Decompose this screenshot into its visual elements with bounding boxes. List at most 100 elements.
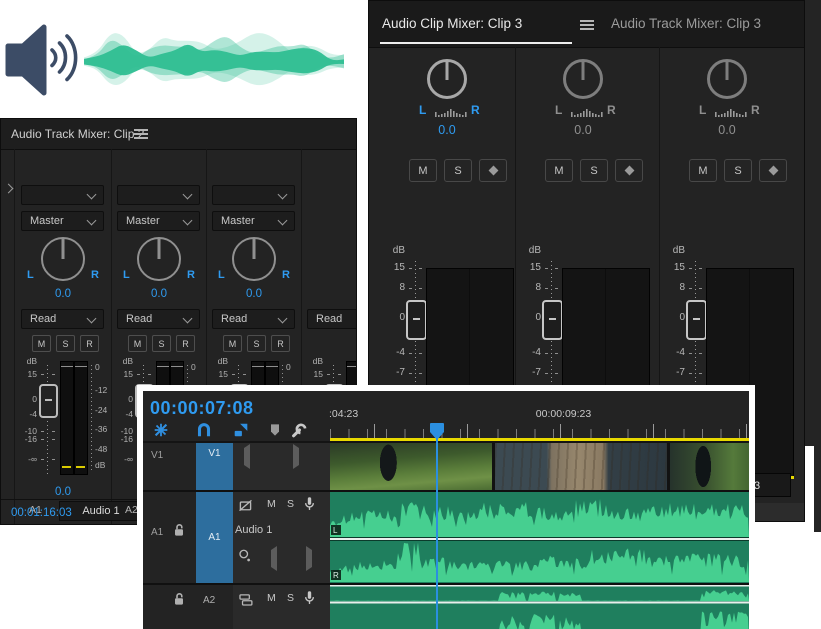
automation-mode-dropdown[interactable]: Read [307, 309, 356, 329]
pan-knob[interactable] [232, 237, 276, 281]
playhead-line[interactable] [436, 437, 438, 629]
track-target-a2-label[interactable]: A2 [203, 595, 215, 606]
solo-button[interactable]: S [580, 159, 608, 182]
fader-handle[interactable] [406, 300, 427, 340]
next-keyframe-button[interactable] [306, 546, 316, 571]
panel-menu-icon[interactable] [134, 129, 148, 139]
audio-illustration [5, 24, 344, 96]
solo-button[interactable]: S [56, 335, 75, 352]
fader-handle[interactable] [686, 300, 707, 340]
playhead-marker[interactable] [429, 422, 445, 441]
dropdown-value: Master [30, 215, 64, 227]
video-clip-thumbnail[interactable] [495, 443, 667, 490]
tab-audio-track-mixer[interactable]: Audio Track Mixer: Clip 3 [611, 16, 761, 31]
fader-handle-mark [693, 318, 700, 320]
playhead-timecode[interactable]: 00:00:07:08 [150, 398, 254, 419]
pan-value[interactable]: 0.0 [659, 123, 795, 137]
pan-knob[interactable] [137, 237, 181, 281]
track-name-label[interactable]: Audio 1 [235, 524, 272, 536]
pan-knob[interactable] [427, 59, 467, 99]
source-track-a1-label[interactable]: A1 [151, 527, 163, 538]
lock-icon[interactable] [171, 522, 187, 543]
mute-button[interactable]: M [409, 159, 437, 182]
write-keyframes-button[interactable] [759, 159, 787, 182]
source-track-v1-label[interactable]: V1 [151, 450, 163, 461]
solo-button[interactable]: S [444, 159, 472, 182]
video-clip-thumbnail[interactable] [670, 443, 749, 490]
meter-clip-indicator [76, 466, 85, 468]
solo-button[interactable]: S [152, 335, 171, 352]
automation-mode-dropdown[interactable]: Read [21, 309, 104, 329]
fader-handle-mark [549, 318, 556, 320]
tick-mark [545, 373, 548, 374]
voiceover-record-mic-icon[interactable] [301, 495, 318, 518]
mute-button[interactable]: M [689, 159, 717, 182]
solo-button[interactable]: S [724, 159, 752, 182]
prev-keyframe-button[interactable] [240, 444, 250, 469]
pan-knob[interactable] [41, 237, 85, 281]
next-keyframe-button[interactable] [293, 444, 303, 469]
automation-mode-dropdown[interactable]: Read [212, 309, 295, 329]
write-keyframes-button[interactable] [479, 159, 507, 182]
track-target-a1[interactable]: A1 [196, 492, 233, 583]
output-routing-dropdown[interactable]: Master [117, 211, 200, 231]
fader-scale-label: -∞ [28, 454, 37, 464]
lock-icon[interactable] [171, 591, 187, 612]
input-routing-dropdown[interactable] [21, 185, 104, 205]
ruler-minor-ticks[interactable] [330, 429, 749, 438]
pan-value[interactable]: 0.0 [15, 288, 111, 300]
pan-meter-icon [571, 109, 603, 117]
output-routing-dropdown[interactable]: Master [212, 211, 295, 231]
fader-scale-label: 8 [679, 282, 685, 293]
pan-left-label: L [699, 103, 707, 117]
record-button[interactable]: R [271, 335, 290, 352]
mute-button[interactable]: M [223, 335, 242, 352]
voiceover-record-mic-icon[interactable] [301, 589, 318, 612]
pan-value[interactable]: 0.0 [206, 288, 302, 300]
solo-track-button[interactable]: S [287, 592, 294, 604]
prev-keyframe-button[interactable] [267, 546, 277, 571]
automation-mode-dropdown[interactable]: Read [117, 309, 200, 329]
mute-button[interactable]: M [128, 335, 147, 352]
pan-knob[interactable] [563, 59, 603, 99]
tick-mark [419, 373, 422, 374]
pan-meter-icon [715, 109, 747, 117]
panel-menu-icon[interactable] [580, 20, 594, 30]
pan-right-label: R [751, 103, 760, 117]
solo-button[interactable]: S [247, 335, 266, 352]
pan-value[interactable]: 0.0 [515, 123, 651, 137]
tab-audio-clip-mixer[interactable]: Audio Clip Mixer: Clip 3 [382, 16, 522, 31]
audio-clip-a1[interactable]: LR [330, 492, 749, 583]
volume-value[interactable]: 0.0 [15, 486, 111, 498]
fader-scale-label: -7 [396, 367, 405, 378]
mute-track-button[interactable]: M [267, 592, 276, 604]
input-routing-dropdown[interactable] [117, 185, 200, 205]
keyframe-type-icon[interactable] [237, 548, 252, 568]
input-routing-dropdown[interactable] [212, 185, 295, 205]
record-button[interactable]: R [80, 335, 99, 352]
fader-track[interactable] [47, 365, 48, 477]
tick-mark [699, 353, 702, 354]
pan-value[interactable]: 0.0 [379, 123, 515, 137]
pan-value[interactable]: 0.0 [111, 288, 207, 300]
fader-handle[interactable] [542, 300, 563, 340]
tick-mark [409, 373, 412, 374]
chevron-right-icon[interactable] [3, 183, 14, 194]
fader-scale-label: -16 [24, 434, 37, 444]
pan-left-label: L [123, 269, 130, 281]
solo-track-button[interactable]: S [287, 498, 294, 510]
output-routing-dropdown[interactable]: Master [21, 211, 104, 231]
track-output-off-icon[interactable] [237, 497, 254, 519]
video-clip-thumbnail[interactable] [330, 443, 492, 490]
chevron-down-icon [86, 215, 97, 226]
sync-lock-icon[interactable] [237, 591, 254, 613]
track-target-v1[interactable]: V1 [196, 443, 233, 490]
audio-clip-a2[interactable] [330, 585, 749, 629]
pan-knob[interactable] [707, 59, 747, 99]
write-keyframes-button[interactable] [615, 159, 643, 182]
fader-handle[interactable] [39, 384, 58, 418]
mute-track-button[interactable]: M [267, 498, 276, 510]
mute-button[interactable]: M [545, 159, 573, 182]
mute-button[interactable]: M [32, 335, 51, 352]
record-button[interactable]: R [176, 335, 195, 352]
